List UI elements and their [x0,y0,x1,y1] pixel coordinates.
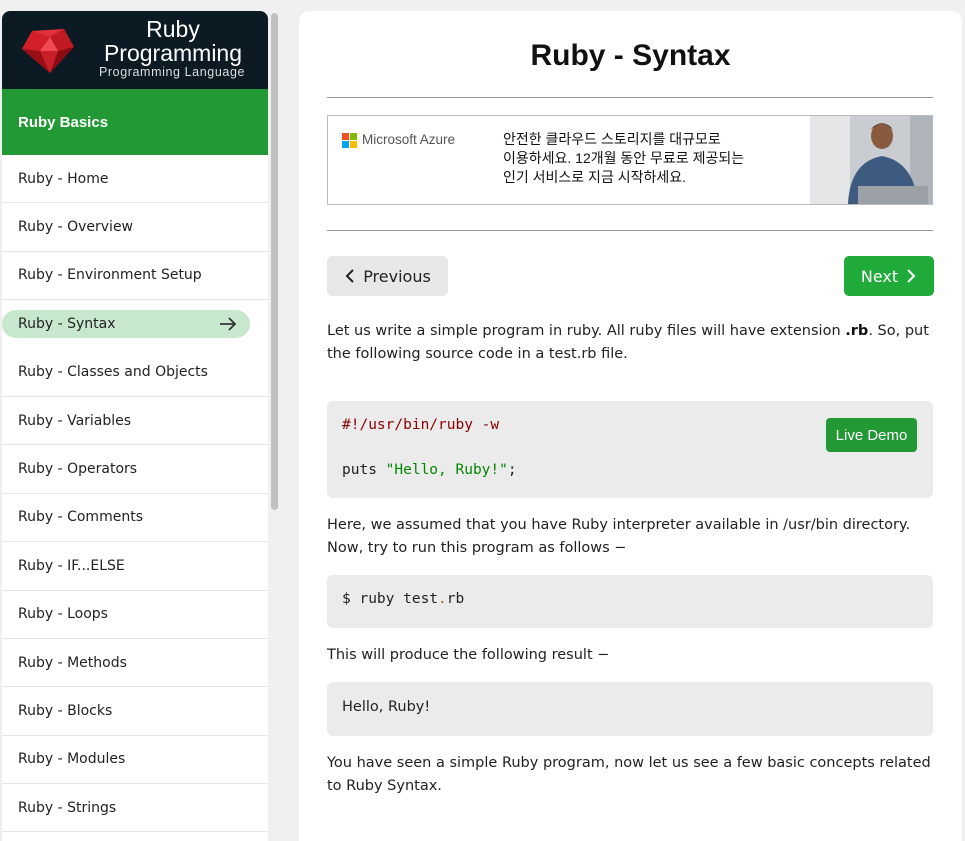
result-paragraph: This will produce the following result − [327,647,610,663]
sidebar-item-label: Ruby - Variables [18,412,132,429]
sidebar-item-label: Ruby - Methods [18,654,127,671]
sidebar-nav: Ruby - Home Ruby - Overview Ruby - Environ… [2,155,268,833]
sidebar-item-ruby-operators[interactable]: Ruby - Operators [2,445,268,494]
sidebar-item-ruby-variables[interactable]: Ruby - Variables [2,397,268,446]
sidebar-item-label: Ruby - Home [18,170,109,187]
sidebar-item-ruby-loops[interactable]: Ruby - Loops [2,591,268,639]
ad-banner[interactable]: Microsoft Azure 안전한 클라우드 스토리지를 대규모로 이용하세… [327,115,933,205]
main-content: Ruby - Syntax Microsoft Azure 안전한 클라우드 스… [299,11,962,841]
extension-highlight: .rb [845,323,869,339]
sidebar-item-ruby-modules[interactable]: Ruby - Modules [2,736,268,785]
ad-photo [810,116,932,204]
next-button[interactable]: Next [844,256,934,296]
brand-title: Ruby Programming [103,16,243,66]
sidebar-item-ruby-strings[interactable]: Ruby - Strings [2,784,268,833]
sidebar-item-label: Ruby - Overview [18,219,134,236]
sidebar-item-ruby-syntax[interactable]: Ruby - Syntax [2,300,268,348]
page-title: Ruby - Syntax [530,39,731,72]
intro-paragraph: Let us write a simple program in ruby. A… [327,323,929,362]
output-block: Hello, Ruby! [327,682,933,736]
brand-subtitle: Programming Language [98,65,246,79]
sidebar-item-label: Ruby - Loops [18,606,108,623]
sidebar-item-ruby-home[interactable]: Ruby - Home [2,155,268,204]
next-button-label: Next [860,266,899,286]
code-puts-line: puts "Hello, Ruby!"; [342,462,517,478]
sidebar-item-label: Ruby - Modules [18,751,126,768]
microsoft-logo-icon [342,132,357,148]
brand-header[interactable]: Ruby Programming Programming Language [2,11,268,89]
title-divider [327,97,933,98]
sidebar-item-label: Ruby - IF...ELSE [18,557,125,574]
sidebar-item-label: Ruby - Environment Setup [18,267,202,284]
sidebar-item-ruby-environment-setup[interactable]: Ruby - Environment Setup [2,252,268,301]
sidebar-item-label: Ruby - Comments [18,509,143,526]
sidebar-scrollbar-thumb[interactable] [271,13,278,510]
chevron-left-icon [345,269,354,283]
live-demo-button[interactable]: Live Demo [826,418,917,452]
sidebar-item-label: Ruby - Classes and Objects [18,364,208,381]
ruby-gem-icon [22,29,74,73]
code-shebang-line: #!/usr/bin/ruby -w [342,417,500,433]
sidebar-item-ruby-comments[interactable]: Ruby - Comments [2,494,268,543]
previous-button-label: Previous [363,266,431,286]
chevron-right-icon [907,269,916,283]
sidebar-section-title[interactable]: Ruby Basics [2,89,268,155]
sidebar-item-ruby-if-else[interactable]: Ruby - IF...ELSE [2,542,268,591]
code-block-command: $ ruby test.rb [327,575,933,628]
ad-text: 안전한 클라우드 스토리지를 대규모로 이용하세요. 12개월 동안 무료로 제… [503,131,745,185]
ad-divider [327,230,933,231]
sidebar-item-label: Ruby - Strings [18,799,117,816]
sidebar-item-ruby-classes-and-objects[interactable]: Ruby - Classes and Objects [2,349,268,397]
ad-brand-name: Microsoft Azure [362,132,456,147]
sidebar-item-ruby-blocks[interactable]: Ruby - Blocks [2,687,268,736]
sidebar-item-ruby-overview[interactable]: Ruby - Overview [2,203,268,252]
summary-paragraph: You have seen a simple Ruby program, now… [327,755,931,794]
sidebar: Ruby Programming Programming Language Ru… [2,11,268,841]
previous-button[interactable]: Previous [327,256,448,296]
microsoft-logo: Microsoft Azure [342,132,456,148]
output-text: Hello, Ruby! [342,699,431,715]
sidebar-item-label: Ruby - Blocks [18,702,113,719]
sidebar-item-ruby-methods[interactable]: Ruby - Methods [2,639,268,688]
code-command-line: $ ruby test.rb [342,591,465,607]
code-block-program: #!/usr/bin/ruby -w puts "Hello, Ruby!"; … [327,401,933,498]
sidebar-item-label: Ruby - Operators [18,461,138,478]
interpreter-paragraph: Here, we assumed that you have Ruby inte… [327,517,911,556]
sidebar-item-label: Ruby - Syntax [18,316,116,333]
arrow-right-icon [220,317,237,331]
